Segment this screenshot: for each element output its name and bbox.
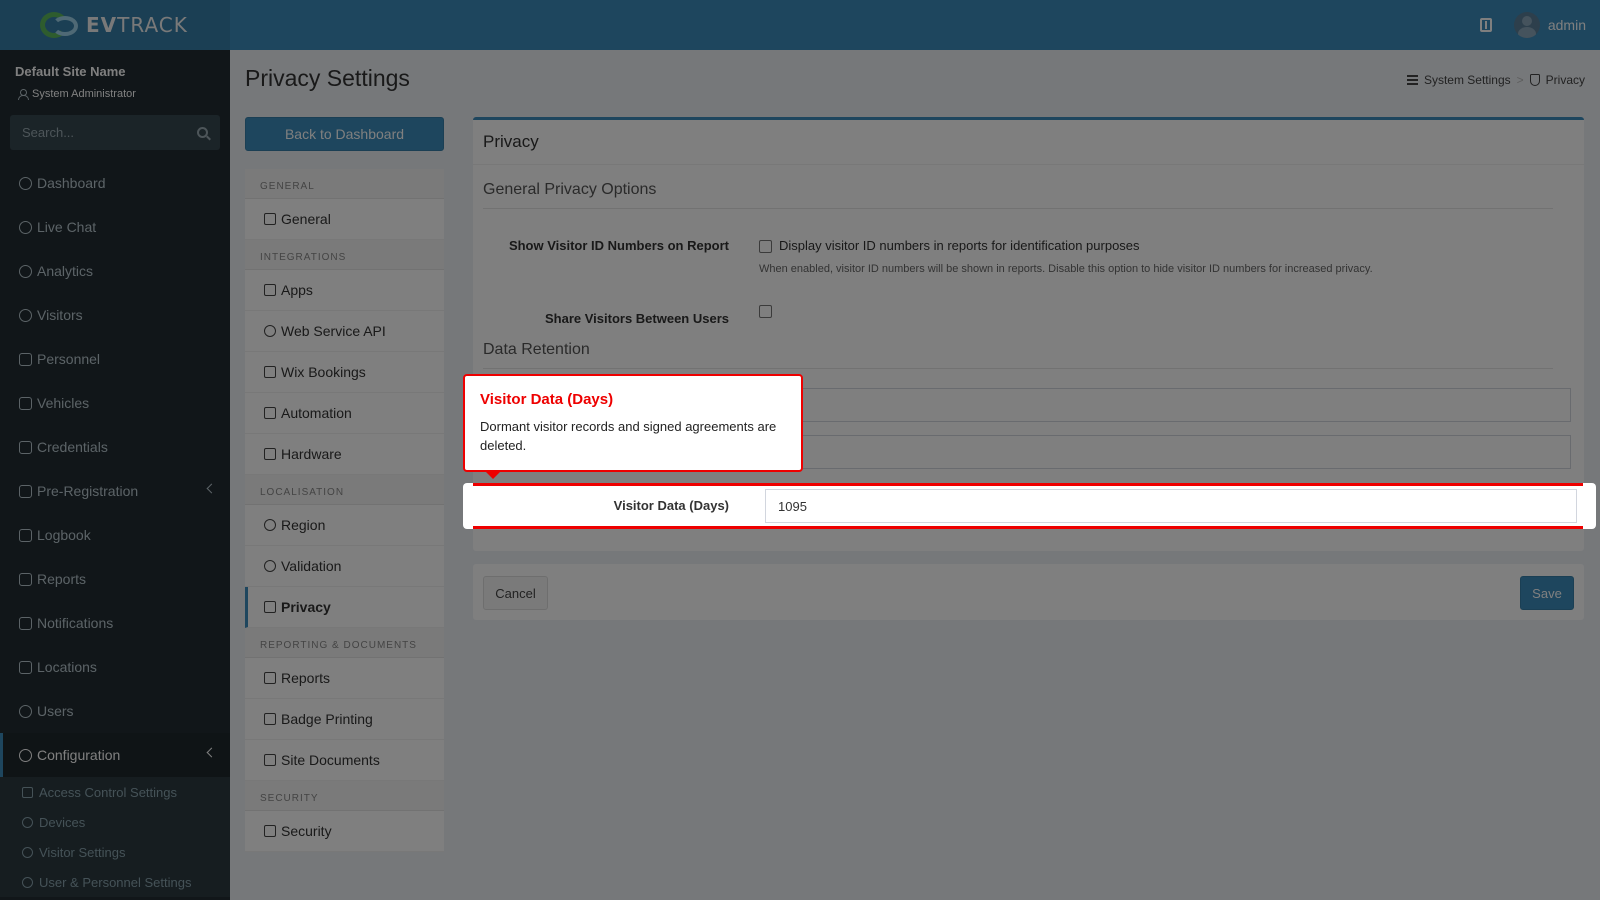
highlight-border-top (473, 483, 1583, 486)
tour-tooltip: Visitor Data (Days) Dormant visitor reco… (463, 374, 803, 479)
tooltip-arrow (485, 471, 501, 479)
tooltip-title: Visitor Data (Days) (480, 391, 614, 408)
highlighted-visitor-data-row: Visitor Data (Days) (463, 483, 1596, 529)
visitor-data-label: Visitor Data (Days) (613, 498, 729, 513)
highlight-border-bottom (473, 526, 1583, 529)
tooltip-body: Dormant visitor records and signed agree… (480, 419, 777, 453)
visitor-data-input[interactable] (765, 489, 1577, 523)
